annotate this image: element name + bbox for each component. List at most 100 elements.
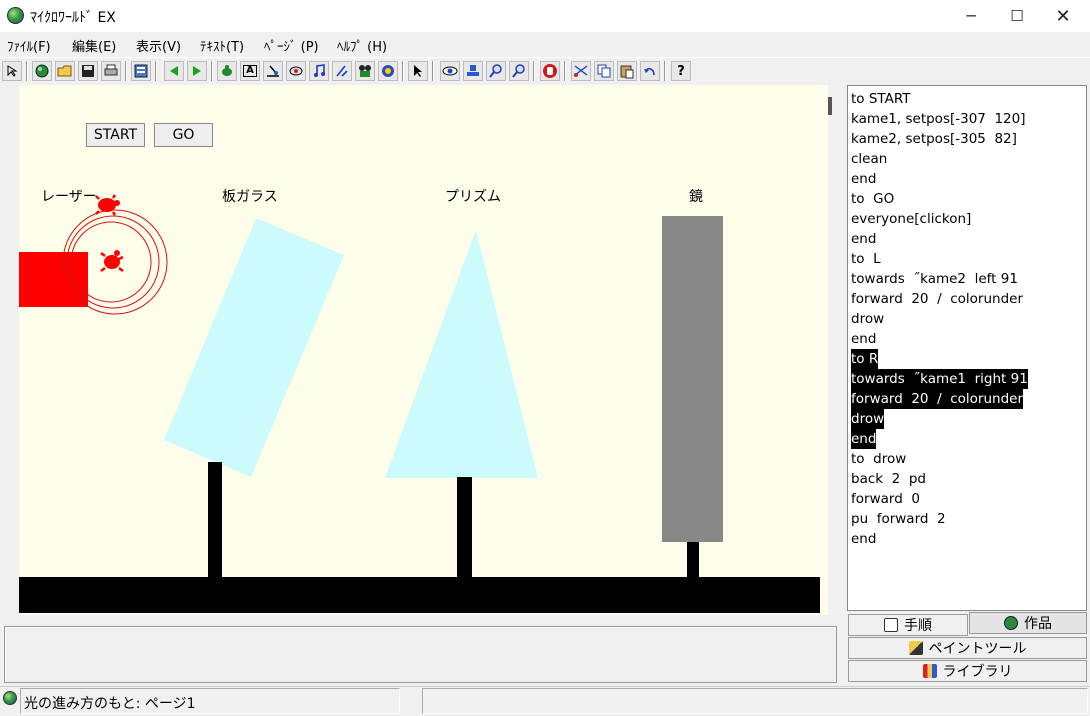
code-line[interactable]: to START [851,89,911,109]
paste-icon[interactable] [617,61,637,81]
stamp-icon[interactable] [463,61,483,81]
prism[interactable] [385,230,538,478]
tab-library[interactable]: ライブラリ [848,660,1087,682]
toolbar-separator [533,61,535,81]
glass-stand [208,462,222,578]
toolbar-separator [432,61,434,81]
code-line-selected[interactable]: to R [851,349,879,369]
start-button[interactable]: START [86,123,145,147]
mirror-stand [687,542,699,578]
code-line[interactable]: pu forward 2 [851,509,946,529]
code-line[interactable]: everyone[clickon] [851,209,971,229]
open-folder-icon[interactable] [55,61,75,81]
mirror-label: 鏡 [689,189,703,205]
help-glyph: ? [677,63,685,79]
tab-works[interactable]: 作品 [969,612,1087,634]
movie-camera-icon[interactable] [355,61,375,81]
canvas-scroll-thumb[interactable] [828,97,832,115]
close-button[interactable]: ✕ [1040,0,1086,32]
prism-label: プリズム [445,189,501,205]
menu-edit[interactable]: 編集(E) [72,36,116,55]
paintbrush-icon [908,641,923,655]
globe-status-icon [3,691,17,705]
cut-scissors-icon[interactable] [571,61,591,81]
status-info-panel [422,688,1088,714]
message-area[interactable] [4,626,837,683]
code-line[interactable]: towards ˝kame2 left 91 [851,269,1018,289]
music-note-icon[interactable] [309,61,329,81]
menu-view[interactable]: 表示(V) [136,36,181,55]
help-icon[interactable]: ? [671,61,691,81]
code-line[interactable]: to L [851,249,881,269]
code-line[interactable]: to drow [851,449,906,469]
plate-glass[interactable] [164,218,344,477]
select-arrow-icon[interactable] [408,61,428,81]
code-line[interactable]: kame2, setpos[-305 82] [851,129,1017,149]
page-layout-icon[interactable] [131,61,151,81]
code-line[interactable]: end [851,229,876,249]
code-line[interactable]: kame1, setpos[-307 120] [851,109,1026,129]
code-line[interactable]: clean [851,149,887,169]
tab-paint-tool[interactable]: ペイントツール [848,637,1087,659]
video-icon[interactable] [378,61,398,81]
canvas-drawing [19,194,820,613]
menu-help[interactable]: ﾍﾙﾌﾟ (H) [337,36,387,55]
go-button[interactable]: GO [154,123,213,147]
save-disk-icon[interactable] [78,61,98,81]
text-box-icon[interactable]: A [240,61,260,81]
turtle-kame2[interactable] [100,250,124,272]
app-globe-icon[interactable] [7,7,24,24]
code-line-selected[interactable]: forward 20 / colorunder [851,389,1024,409]
turtle-icon[interactable] [217,61,237,81]
zoom-out-icon[interactable] [509,61,529,81]
undo-icon[interactable] [640,61,660,81]
book-icon [884,618,898,632]
toolbar-separator [664,61,666,81]
glass-label: 板ガラス [222,189,278,205]
code-line[interactable]: end [851,329,876,349]
menu-bar: ﾌｧｲﾙ(F) 編集(E) 表示(V) ﾃｷｽﾄ(T) ﾍﾟｰｼﾞ (P) ﾍﾙ… [0,32,1090,56]
title-bar: ﾏｲｸﾛﾜｰﾙﾄﾞ EX ─ ☐ ✕ [0,0,1090,32]
ground-bar [19,577,820,613]
status-page-panel: 光の進み方のもと: ページ1 [20,688,400,714]
text-box-glyph: A [243,65,257,77]
menu-page[interactable]: ﾍﾟｰｼﾞ (P) [264,36,319,55]
code-line[interactable]: forward 0 [851,489,920,509]
minimize-button[interactable]: ─ [948,0,994,32]
pointer-mode-icon[interactable] [2,61,22,81]
menu-text[interactable]: ﾃｷｽﾄ(T) [200,36,244,55]
page-canvas[interactable]: START GO レーザー 板ガラス プリズム 鏡 [19,85,828,615]
toolbar-separator [564,61,566,81]
globe-icon[interactable] [32,61,52,81]
maximize-button[interactable]: ☐ [994,0,1040,32]
turtle-kame1[interactable] [95,194,120,216]
code-line[interactable]: drow [851,309,884,329]
slider-tool-icon[interactable] [263,61,283,81]
copy-icon[interactable] [594,61,614,81]
zoom-in-icon[interactable] [486,61,506,81]
code-line[interactable]: back 2 pd [851,469,926,489]
code-line-selected[interactable]: towards ˝kame1 right 91 [851,369,1028,389]
toolbar: A ? [0,57,1090,83]
toolbar-separator [211,61,213,81]
toolbar-separator [155,61,157,81]
mirror[interactable] [662,216,723,542]
print-icon[interactable] [101,61,121,81]
prism-stand [457,477,472,578]
tab-procedure[interactable]: 手順 [848,614,968,636]
code-line[interactable]: to GO [851,189,894,209]
eye-icon[interactable] [440,61,460,81]
button-tool-icon[interactable] [286,61,306,81]
menu-file[interactable]: ﾌｧｲﾙ(F) [7,36,51,55]
library-shapes-icon [922,664,937,678]
code-line[interactable]: forward 20 / colorunder [851,289,1023,309]
code-line-selected[interactable]: drow [851,409,885,429]
code-line-selected[interactable]: end [851,429,877,449]
prev-page-icon[interactable] [164,61,184,81]
code-line[interactable]: end [851,169,876,189]
procedure-editor[interactable]: to START kame1, setpos[-307 120] kame2, … [847,85,1087,611]
melody-icon[interactable] [332,61,352,81]
next-page-icon[interactable] [187,61,207,81]
code-line[interactable]: end [851,529,876,549]
stop-hand-icon[interactable] [540,61,560,81]
